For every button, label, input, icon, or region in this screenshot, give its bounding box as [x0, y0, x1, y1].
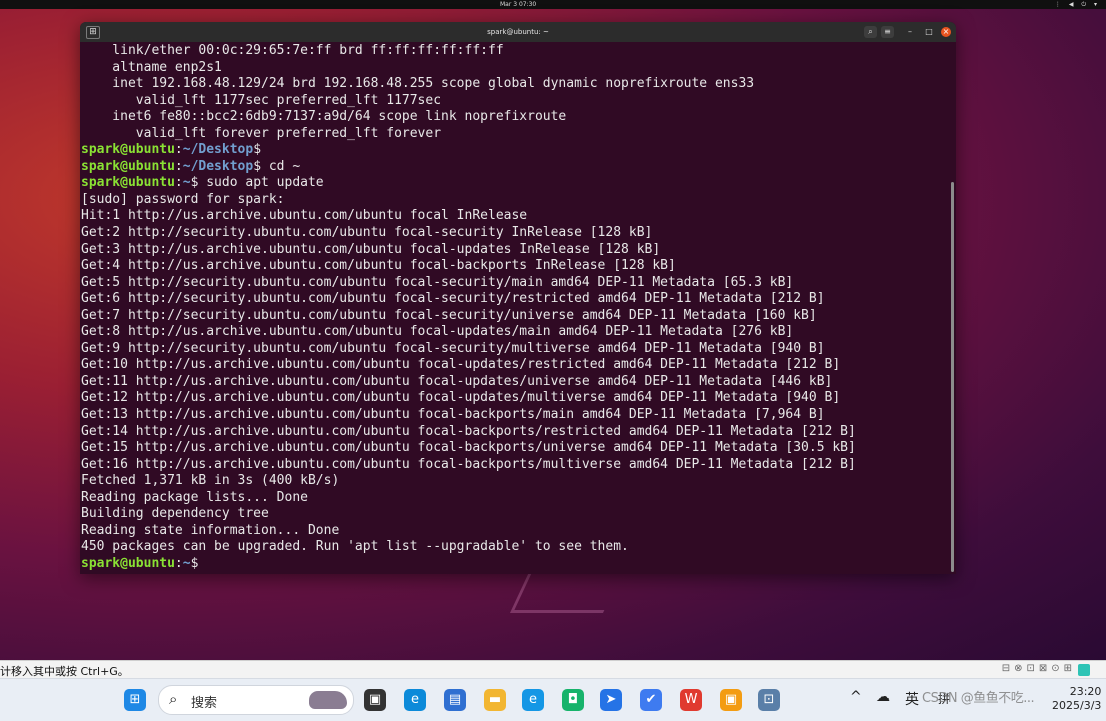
terminal-output-line: Get:6 http://security.ubuntu.com/ubuntu …	[81, 291, 825, 307]
terminal-prompt-line: spark@ubuntu:~/Desktop$ cd ~	[81, 159, 856, 176]
feishu-icon[interactable]: ➤	[600, 689, 622, 711]
ubuntu-top-bar: Mar 3 07:30 ⋮ ◀ ⏻ ▾	[0, 0, 1106, 9]
hamburger-menu-icon[interactable]: ≡	[881, 26, 894, 38]
terminal-output-line: Get:3 http://us.archive.ubuntu.com/ubunt…	[81, 241, 661, 257]
tray-overflow-icon[interactable]: ^	[850, 689, 862, 705]
terminal-output-line: inet 192.168.48.129/24 brd 192.168.48.25…	[81, 76, 755, 92]
prompt-colon: :	[174, 555, 183, 571]
new-tab-icon[interactable]: ⊞	[86, 26, 100, 39]
prompt-path: ~	[182, 555, 191, 571]
cloud-icon[interactable]: ☁	[876, 689, 890, 705]
search-highlight-image	[309, 691, 347, 709]
network-app-icon[interactable]: ⊡	[758, 689, 780, 711]
terminal-output-line: Get:4 http://us.archive.ubuntu.com/ubunt…	[81, 258, 676, 274]
prompt-user: spark@ubuntu	[81, 158, 175, 174]
wechat-work-icon[interactable]: ◘	[562, 689, 584, 711]
top-bar-system-tray[interactable]: ⋮ ◀ ⏻ ▾	[1055, 0, 1100, 9]
terminal-output-line: 450 packages can be upgraded. Run 'apt l…	[81, 539, 629, 555]
terminal-output-line: Fetched 1,371 kB in 3s (400 kB/s)	[81, 473, 340, 489]
taskbar-search-box[interactable]: ⌕ 搜索	[158, 685, 354, 715]
wps-icon[interactable]: W	[680, 689, 702, 711]
terminal-output-line: Get:7 http://security.ubuntu.com/ubuntu …	[81, 307, 817, 323]
terminal-output-line: Get:16 http://us.archive.ubuntu.com/ubun…	[81, 456, 856, 472]
windows-taskbar: ⊞ ▣ e ▤ ▬ e ◘ ➤ ✔ W ▣ ⊡ ⌕ 搜索 ^ ☁ 英 拼 CSDN @鱼鱼不吃... …	[0, 678, 1106, 721]
terminal-output-line: Get:14 http://us.archive.ubuntu.com/ubun…	[81, 423, 856, 439]
vmware-icon[interactable]: ▣	[720, 689, 742, 711]
vm-status-icon[interactable]	[1078, 664, 1090, 676]
prompt-dollar: $	[253, 142, 262, 158]
prompt-user: spark@ubuntu	[81, 142, 175, 158]
search-icon[interactable]: ⌕	[864, 26, 877, 38]
terminal-output-line: [sudo] password for spark:	[81, 191, 285, 207]
prompt-path: ~	[182, 175, 191, 191]
terminal-output-line: Reading state information... Done	[81, 522, 340, 538]
vm-status-strip: 计移入其中或按 Ctrl+G。 ⊟⊗⊡⊠⊙⊞	[0, 660, 1106, 679]
csdn-watermark: CSDN @鱼鱼不吃...	[922, 691, 1035, 706]
prompt-user: spark@ubuntu	[81, 555, 175, 571]
prompt-path: ~/Desktop	[182, 142, 254, 158]
lark-icon[interactable]: ✔	[640, 689, 662, 711]
ubuntu-desktop: Mar 3 07:30 ⋮ ◀ ⏻ ▾ spark@ubuntu: ~ ⊞ ⌕ …	[0, 0, 1106, 660]
prompt-colon: :	[174, 142, 183, 158]
prompt-colon: :	[174, 158, 183, 174]
terminal-output-line: Get:15 http://us.archive.ubuntu.com/ubun…	[81, 440, 856, 456]
windows-start-icon[interactable]: ⊞	[124, 689, 146, 711]
terminal-titlebar[interactable]: spark@ubuntu: ~ ⊞ ⌕ ≡ – □ ×	[80, 22, 956, 42]
vm-hint-text: 计移入其中或按 Ctrl+G。	[0, 665, 129, 678]
terminal-output-line: inet6 fe80::bcc2:6db9:7137:a9d/64 scope …	[81, 109, 567, 125]
search-placeholder: 搜索	[191, 696, 218, 711]
edge-icon[interactable]: e	[404, 689, 426, 711]
terminal-prompt-line: spark@ubuntu:~$ sudo apt update	[81, 175, 856, 192]
minimize-icon[interactable]: –	[905, 27, 915, 37]
taskbar-clock[interactable]: 23:20 2025/3/3	[1052, 685, 1101, 713]
terminal-title: spark@ubuntu: ~	[487, 28, 549, 36]
terminal-output-line: Get:9 http://security.ubuntu.com/ubuntu …	[81, 340, 825, 356]
prompt-user: spark@ubuntu	[81, 175, 175, 191]
clock-date: 2025/3/3	[1052, 699, 1102, 712]
search-icon: ⌕	[169, 690, 178, 708]
prompt-dollar: $	[253, 158, 262, 174]
terminal-output-line: Hit:1 http://us.archive.ubuntu.com/ubunt…	[81, 208, 528, 224]
terminal-window[interactable]: spark@ubuntu: ~ ⊞ ⌕ ≡ – □ × link/ether 0…	[80, 22, 956, 574]
prompt-command: sudo apt update	[198, 175, 324, 191]
terminal-output-line: Get:12 http://us.archive.ubuntu.com/ubun…	[81, 390, 841, 406]
maximize-icon[interactable]: □	[924, 27, 934, 37]
terminal-prompt-line: spark@ubuntu:~/Desktop$	[81, 142, 856, 159]
terminal-output-line: Get:13 http://us.archive.ubuntu.com/ubun…	[81, 407, 825, 423]
terminal-output-line: Get:8 http://us.archive.ubuntu.com/ubunt…	[81, 324, 794, 340]
terminal-output-line: Get:10 http://us.archive.ubuntu.com/ubun…	[81, 357, 841, 373]
terminal-output-line: Get:2 http://security.ubuntu.com/ubuntu …	[81, 225, 653, 241]
vm-device-icons[interactable]: ⊟⊗⊡⊠⊙⊞	[1002, 663, 1076, 674]
close-icon[interactable]: ×	[941, 27, 951, 37]
ime-language[interactable]: 英	[905, 689, 919, 709]
wallpaper-decoration	[509, 570, 624, 613]
file-explorer-icon[interactable]: ▬	[484, 689, 506, 711]
terminal-output-line: Reading package lists... Done	[81, 489, 308, 505]
clock-time: 23:20	[1069, 685, 1102, 698]
store-icon[interactable]: ▤	[444, 689, 466, 711]
terminal-output-line: Building dependency tree	[81, 506, 269, 522]
prompt-command	[198, 556, 206, 571]
terminal-output-line: link/ether 00:0c:29:65:7e:ff brd ff:ff:f…	[81, 43, 504, 58]
terminal-output-line: valid_lft 1177sec preferred_lft 1177sec	[81, 92, 442, 108]
terminal-scrollbar[interactable]	[951, 182, 954, 572]
terminal-output-line: altname enp2s1	[81, 59, 222, 75]
terminal-output-line: valid_lft forever preferred_lft forever	[81, 125, 442, 141]
top-bar-clock[interactable]: Mar 3 07:30	[500, 0, 536, 9]
task-view-icon[interactable]: ▣	[364, 689, 386, 711]
prompt-command: cd ~	[261, 158, 301, 174]
prompt-path: ~/Desktop	[182, 158, 254, 174]
terminal-output-line: Get:5 http://security.ubuntu.com/ubuntu …	[81, 274, 794, 290]
terminal-prompt-line: spark@ubuntu:~$	[81, 556, 856, 573]
edge-dev-icon[interactable]: e	[522, 689, 544, 711]
terminal-output-line: Get:11 http://us.archive.ubuntu.com/ubun…	[81, 373, 833, 389]
prompt-colon: :	[174, 175, 183, 191]
terminal-output[interactable]: link/ether 00:0c:29:65:7e:ff brd ff:ff:f…	[81, 43, 856, 573]
